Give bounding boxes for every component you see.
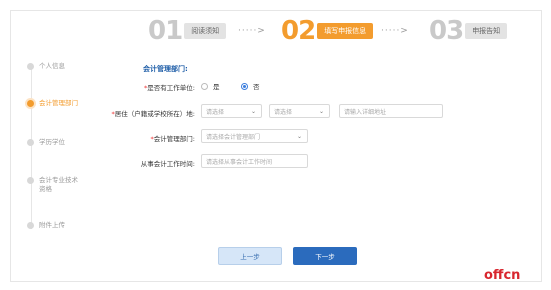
- department-label: *会计管理部门:: [150, 135, 195, 143]
- work-time-placeholder: 请选择从事会计工作时间: [206, 158, 273, 166]
- offcn-logo: offcn: [484, 268, 521, 283]
- step-arrow-icon: ·····>: [238, 26, 266, 36]
- chevron-down-icon: ⌄: [296, 133, 302, 140]
- form-panel: [10, 10, 542, 282]
- prev-step-button[interactable]: 上一步: [218, 247, 282, 265]
- work-unit-yes-radio[interactable]: 是: [201, 81, 220, 91]
- timeline-dot-icon: [27, 139, 34, 146]
- sidebar-item-education[interactable]: 学历学位: [27, 138, 65, 147]
- work-time-input[interactable]: 请选择从事会计工作时间: [201, 154, 308, 168]
- work-unit-label: *是否有工作单位:: [144, 84, 195, 92]
- sidebar-item-accounting-dept[interactable]: 会计管理部门: [27, 99, 78, 108]
- step-label: 申报告知: [465, 23, 508, 39]
- next-step-button[interactable]: 下一步: [293, 247, 357, 265]
- department-select-placeholder: 请选择会计管理部门: [206, 133, 261, 141]
- radio-label: 否: [253, 83, 260, 91]
- sidebar-item-qualification[interactable]: 会计专业技术资格: [27, 176, 79, 194]
- detail-address-input[interactable]: 请输入详细地址: [339, 104, 443, 118]
- sidebar-item-label: 附件上传: [39, 221, 65, 229]
- work-time-label: 从事会计工作时间:: [140, 160, 195, 168]
- step-label: 填写申报信息: [317, 23, 374, 39]
- sidebar-item-attachments[interactable]: 附件上传: [27, 221, 65, 230]
- province-select[interactable]: 请选择 ⌄: [201, 104, 262, 118]
- work-unit-no-radio[interactable]: 否: [241, 81, 260, 91]
- step-number: 03: [429, 16, 464, 46]
- timeline-dot-icon: [27, 177, 34, 184]
- step-label: 阅读须知: [184, 23, 227, 39]
- timeline-dot-icon: [27, 63, 34, 70]
- step-arrow-icon: ·····>: [381, 26, 409, 36]
- city-select-placeholder: 请选择: [274, 108, 293, 116]
- residence-label: *居住（户籍或学校所在）地:: [111, 110, 195, 118]
- radio-checked-icon: [241, 82, 248, 90]
- radio-unchecked-icon: [201, 82, 208, 90]
- section-title: 会计管理部门:: [143, 65, 188, 73]
- sidebar-item-label: 学历学位: [39, 138, 65, 146]
- timeline-dot-icon: [27, 222, 34, 229]
- chevron-down-icon: ⌄: [250, 108, 256, 115]
- radio-label: 是: [213, 83, 220, 91]
- timeline-line: [31, 66, 32, 229]
- step-3: 03 申报告知: [429, 16, 508, 46]
- department-select[interactable]: 请选择会计管理部门 ⌄: [201, 129, 308, 143]
- step-1: 01 阅读须知: [148, 16, 227, 46]
- sidebar-item-label: 个人信息: [39, 62, 65, 70]
- step-number: 02: [281, 16, 316, 46]
- chevron-down-icon: ⌄: [318, 108, 324, 115]
- timeline-dot-icon: [27, 100, 34, 107]
- sidebar-item-personal-info[interactable]: 个人信息: [27, 62, 65, 71]
- sidebar-item-label: 会计专业技术资格: [39, 176, 78, 193]
- step-2: 02 填写申报信息: [281, 16, 374, 46]
- step-number: 01: [148, 16, 183, 46]
- sidebar-item-label: 会计管理部门: [39, 99, 78, 107]
- province-select-placeholder: 请选择: [206, 108, 225, 116]
- detail-address-placeholder: 请输入详细地址: [344, 108, 387, 116]
- city-select[interactable]: 请选择 ⌄: [269, 104, 330, 118]
